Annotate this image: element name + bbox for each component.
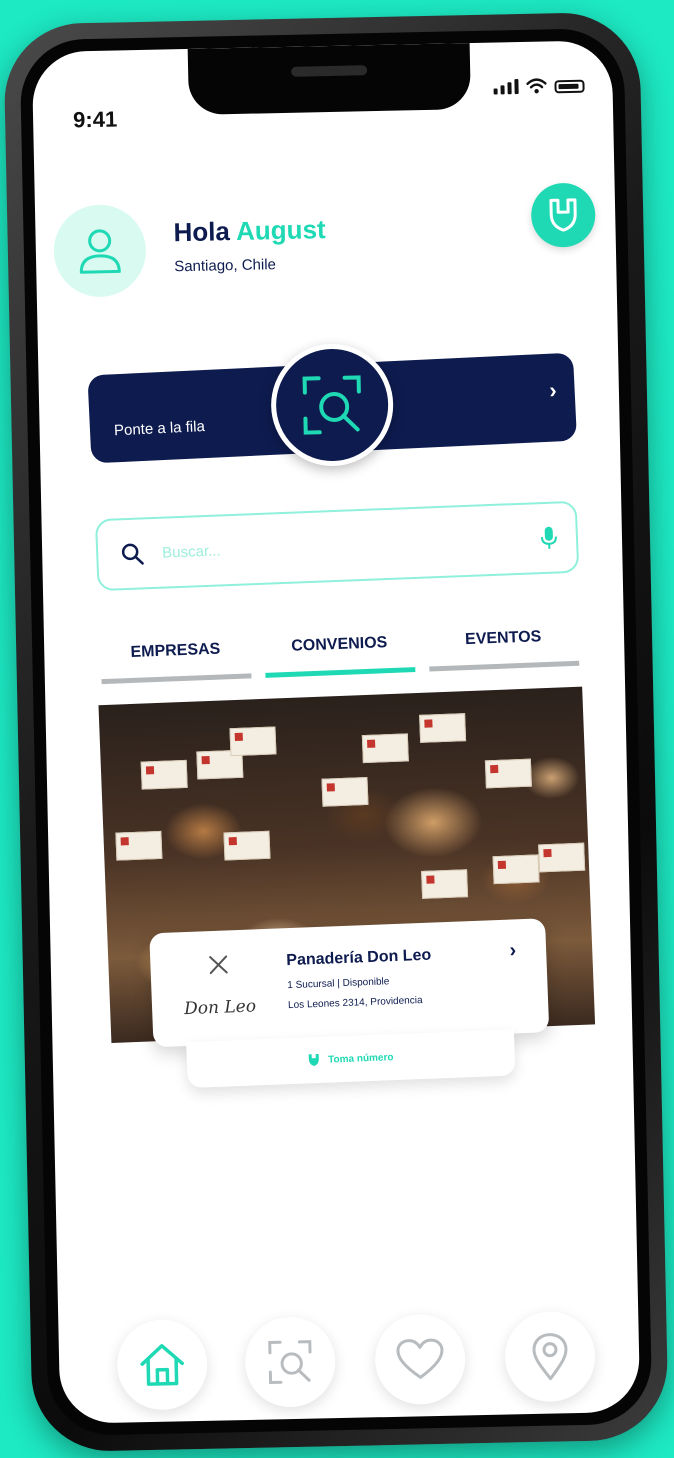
tab-indicator — [429, 660, 580, 672]
location-pin-icon — [532, 1333, 568, 1381]
tab-indicator — [101, 673, 252, 685]
app-logo-icon — [549, 198, 577, 232]
price-tag — [419, 713, 467, 743]
greeting-prefix: Hola — [173, 216, 231, 248]
phone-frame: 9:41 Hola August Santiago, Chile Ponte a… — [3, 11, 669, 1453]
wifi-icon — [526, 78, 547, 94]
price-tag — [361, 733, 409, 764]
user-location: Santiago, Chile — [174, 256, 277, 276]
business-address: Los Leones 2314, Providencia — [287, 994, 423, 1012]
greeting: Hola August Santiago, Chile — [173, 214, 326, 275]
chevron-right-icon: › — [548, 377, 558, 403]
scan-search-icon — [268, 1340, 312, 1385]
microphone-icon[interactable] — [539, 525, 558, 550]
nav-scan[interactable] — [244, 1316, 337, 1409]
signal-icon — [493, 79, 519, 95]
tab-eventos[interactable]: EVENTOS — [428, 627, 580, 672]
nav-favorites[interactable] — [374, 1313, 467, 1406]
search-icon — [121, 543, 144, 565]
tab-empresas[interactable]: EMPRESAS — [100, 639, 252, 685]
notch — [187, 43, 471, 115]
business-status: 1 Sucursal | Disponible — [287, 976, 390, 992]
tab-indicator — [265, 667, 416, 678]
price-tag — [115, 830, 163, 861]
battery-icon — [554, 79, 585, 94]
tab-label: CONVENIOS — [291, 634, 388, 655]
app-logo-icon — [308, 1053, 320, 1067]
price-tag — [321, 776, 369, 807]
search-bar[interactable] — [94, 500, 580, 592]
bottom-navigation — [116, 1310, 598, 1421]
search-input[interactable] — [159, 529, 525, 563]
user-name: August — [235, 214, 326, 246]
phone-bezel: 9:41 Hola August Santiago, Chile Ponte a… — [19, 27, 653, 1437]
user-icon — [79, 229, 121, 274]
tab-label: EVENTOS — [464, 628, 542, 649]
nav-location[interactable] — [504, 1310, 597, 1403]
logo-text: Don Leo — [183, 996, 257, 1020]
status-time: 9:41 — [72, 106, 118, 133]
scan-search-icon — [302, 375, 361, 435]
app-logo-button[interactable] — [530, 182, 596, 248]
price-tag — [140, 759, 188, 790]
user-avatar[interactable] — [52, 203, 147, 298]
speaker — [291, 65, 368, 77]
queue-label: Ponte a la fila — [113, 418, 206, 440]
price-tag — [229, 726, 277, 757]
home-icon — [140, 1344, 184, 1386]
business-name: Panadería Don Leo — [286, 946, 432, 970]
take-number-label: Toma número — [327, 1051, 394, 1066]
price-tag — [223, 830, 271, 861]
category-tabs: EMPRESAS CONVENIOS EVENTOS — [100, 627, 584, 685]
chevron-right-icon[interactable]: › — [509, 939, 517, 962]
heart-icon — [396, 1338, 444, 1379]
price-tag — [492, 854, 540, 885]
crossed-utensils-icon — [209, 955, 228, 975]
business-card[interactable]: Don Leo Panadería Don Leo 1 Sucursal | D… — [149, 918, 550, 1048]
tab-convenios[interactable]: CONVENIOS — [264, 633, 416, 678]
price-tag — [538, 842, 586, 873]
price-tag — [421, 869, 469, 899]
greeting-title: Hola August — [173, 214, 326, 248]
price-tag — [484, 758, 532, 789]
app-screen: 9:41 Hola August Santiago, Chile Ponte a… — [31, 40, 641, 1424]
business-logo: Don Leo — [172, 953, 266, 1022]
status-icons — [493, 77, 585, 95]
tab-label: EMPRESAS — [130, 640, 221, 661]
nav-home[interactable] — [116, 1318, 209, 1411]
